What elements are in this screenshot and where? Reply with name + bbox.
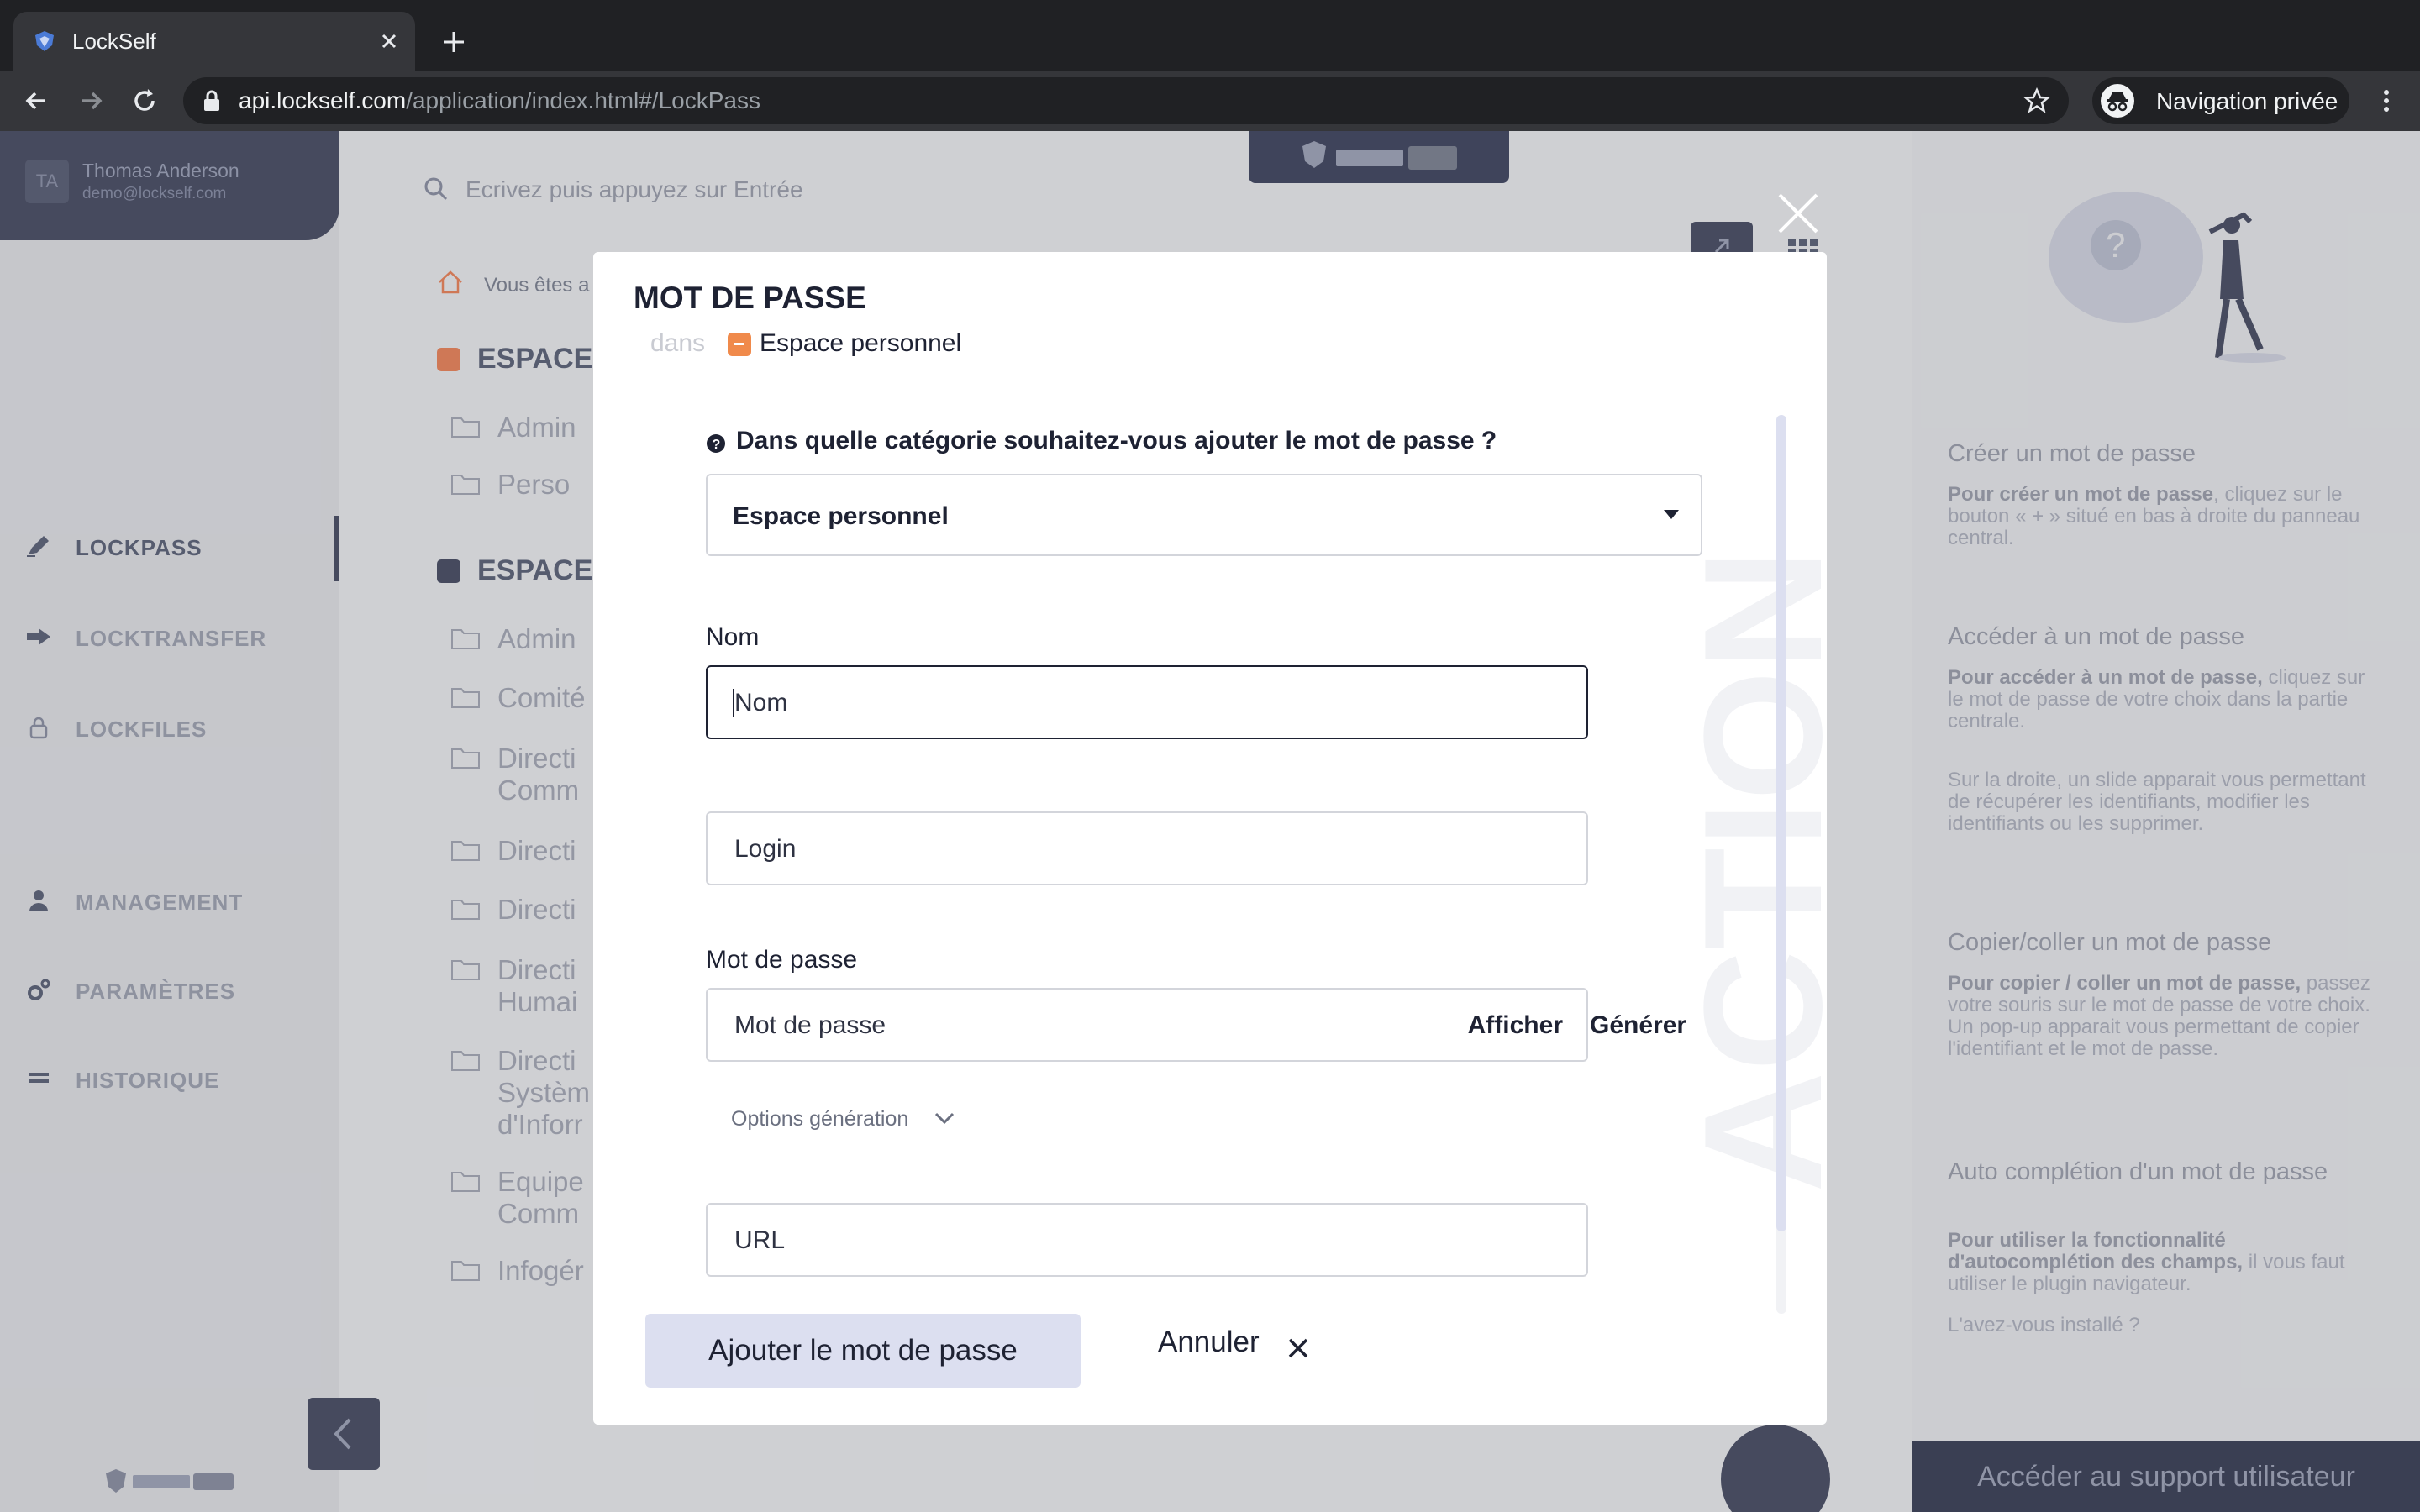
login-field[interactable]: Login <box>706 811 1588 885</box>
modal-title: MOT DE PASSE <box>634 281 866 315</box>
lockself-favicon-icon <box>35 31 54 51</box>
padlock-icon <box>204 90 219 111</box>
category-question: Dans quelle catégorie souhaitez-vous ajo… <box>736 427 1497 454</box>
generate-password-button[interactable]: Générer <box>1590 1011 1686 1040</box>
new-tab-icon[interactable] <box>437 25 471 59</box>
reload-icon[interactable] <box>128 84 161 118</box>
url-text: api.lockself.com/application/index.html#… <box>239 87 760 113</box>
incognito-label: Navigation privée <box>2156 88 2338 114</box>
close-modal-icon[interactable] <box>1773 188 1823 239</box>
modal-scrollbar-thumb[interactable] <box>1776 415 1786 1231</box>
generation-options-toggle[interactable]: Options génération <box>731 1107 908 1131</box>
password-field[interactable]: Mot de passe Afficher <box>706 988 1588 1062</box>
browser-tab[interactable]: LockSelf <box>13 12 415 71</box>
browser-toolbar: api.lockself.com/application/index.html#… <box>0 71 2420 131</box>
address-bar[interactable]: api.lockself.com/application/index.html#… <box>183 77 2069 124</box>
tab-title: LockSelf <box>72 29 156 54</box>
chevron-down-icon[interactable] <box>933 1107 956 1129</box>
add-password-modal: ACTION MOT DE PASSE dans Espace personne… <box>593 252 1827 1425</box>
help-circle-icon: ? <box>707 434 725 453</box>
bookmark-star-icon[interactable] <box>2023 87 2050 114</box>
close-icon[interactable] <box>1286 1336 1311 1361</box>
name-field[interactable]: Nom <box>706 665 1588 739</box>
category-select[interactable]: Espace personnel <box>706 474 1702 556</box>
caret-down-icon <box>1664 510 1679 519</box>
close-tab-icon[interactable] <box>375 27 403 55</box>
url-field[interactable]: URL <box>706 1203 1588 1277</box>
password-label: Mot de passe <box>706 946 858 974</box>
action-watermark: ACTION <box>1670 549 1827 1193</box>
back-icon[interactable] <box>20 84 54 118</box>
name-label: Nom <box>706 623 760 651</box>
incognito-icon <box>2101 84 2134 118</box>
target-space-name: Espace personnel <box>760 329 962 357</box>
show-password-button[interactable]: Afficher <box>1468 1011 1563 1040</box>
in-label: dans <box>650 329 706 357</box>
svg-text:?: ? <box>713 438 721 452</box>
cancel-button[interactable]: Annuler <box>1158 1326 1260 1359</box>
add-password-button[interactable]: Ajouter le mot de passe <box>645 1314 1081 1388</box>
space-badge <box>728 333 751 356</box>
forward-icon[interactable] <box>74 84 108 118</box>
browser-menu-icon[interactable] <box>2370 84 2403 118</box>
incognito-badge[interactable]: Navigation privée <box>2092 77 2349 124</box>
browser-tab-bar: LockSelf <box>0 0 2420 71</box>
